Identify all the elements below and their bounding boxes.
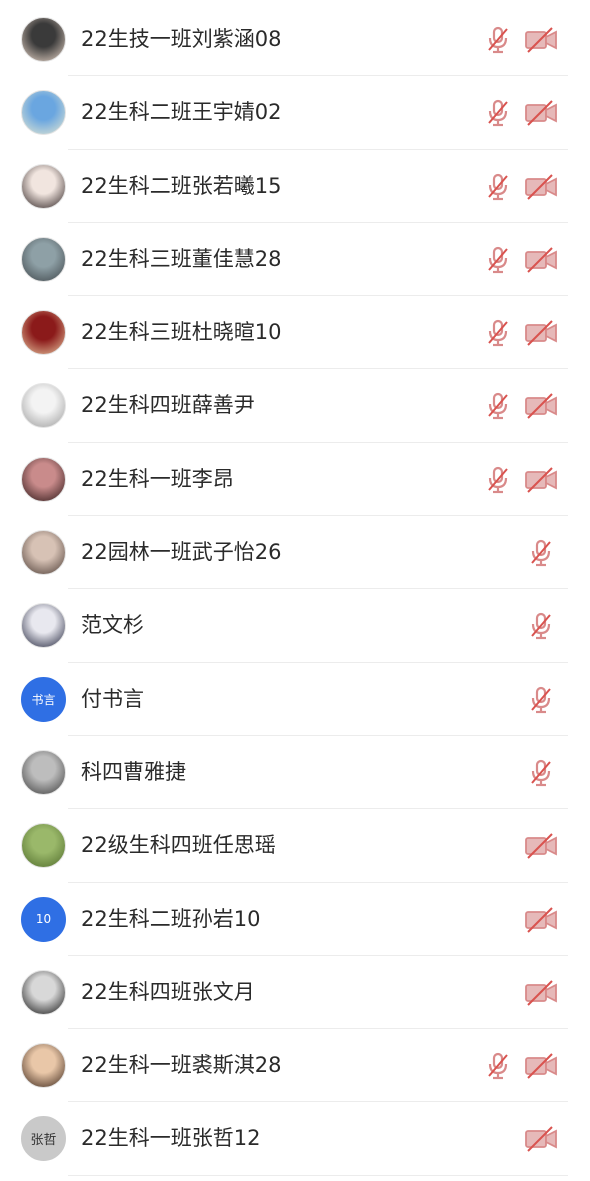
avatar [21,749,66,795]
camera-off-icon [523,1051,559,1081]
avatar-initials: 张哲 [30,1133,57,1149]
participant-row[interactable]: 22生科四班薛善尹 [0,369,590,444]
mic-muted-icon [525,758,557,788]
camera-off-icon [523,98,559,128]
avatar [21,823,66,869]
mic-muted-icon [482,1051,514,1081]
participant-row[interactable]: 22生科三班董佳慧28 [0,223,590,297]
mic-muted-icon [482,172,514,202]
participant-name: 22园林一班武子怡26 [81,540,282,565]
participant-name: 22生科一班李昂 [81,466,234,491]
participant-list: 22生技一班刘紫涵08 22生科二班王宇婧02 22生科二班张若曦15 22生科三班董… [0,3,590,1177]
avatar: 10 [21,896,66,942]
avatar-initials: 书言 [31,692,56,707]
participant-row[interactable]: 22生技一班刘紫涵08 [0,3,590,77]
participant-name: 22生科一班张哲12 [81,1126,261,1151]
participant-name: 22生科一班裘斯淇28 [81,1053,282,1078]
participant-name: 22生科二班孙岩10 [81,906,261,931]
participant-name: 22生技一班刘紫涵08 [81,27,282,51]
participant-row[interactable]: 科四曹雅捷 [0,736,590,810]
participant-row[interactable]: 10 22生科二班孙岩10 [0,883,590,957]
participant-row[interactable]: 22生科二班王宇婧02 [0,76,590,150]
participant-row[interactable]: 22生科二班张若曦15 [0,150,590,224]
avatar [21,603,66,649]
participant-name: 范文杉 [81,613,144,638]
participant-row[interactable]: 22园林一班武子怡26 [0,516,590,590]
avatar [21,163,66,209]
participant-name: 22生科三班杜晓暄10 [81,320,282,345]
avatar: 书言 [21,676,66,722]
mic-muted-icon [482,318,514,348]
participant-name: 22级生科四班任思瑶 [81,833,276,858]
mic-muted-icon [482,98,514,128]
camera-off-icon [523,318,559,348]
participant-row[interactable]: 范文杉 [0,589,590,663]
avatar [21,456,66,502]
camera-off-icon [523,172,559,202]
participant-name: 科四曹雅捷 [81,759,186,784]
mic-muted-icon [525,685,557,715]
mic-muted-icon [482,25,514,55]
participant-name: 22生科三班董佳慧28 [81,246,282,271]
participant-row[interactable]: 22生科四班张文月 [0,956,590,1030]
participant-name: 22生科四班薛善尹 [81,393,255,418]
camera-off-icon [523,25,559,55]
camera-off-icon [523,978,559,1008]
camera-off-icon [523,831,559,861]
participant-name: 22生科二班王宇婧02 [81,100,282,125]
participant-row[interactable]: 22级生科四班任思瑶 [0,809,590,883]
participant-row[interactable]: 书言 付书言 [0,663,590,737]
avatar [21,17,66,62]
participant-row[interactable]: 22生科一班裘斯淇28 [0,1029,590,1103]
camera-off-icon [523,245,559,275]
avatar [21,383,66,429]
participant-name: 22生科四班张文月 [81,979,255,1004]
camera-off-icon [523,905,559,935]
participant-row[interactable]: 张哲 22生科一班张哲12 [0,1102,590,1177]
avatar [21,1043,66,1089]
avatar [21,310,66,356]
participant-row[interactable]: 22生科一班李昂 [0,443,590,517]
mic-muted-icon [525,538,557,568]
avatar [21,530,66,576]
participant-row[interactable]: 22生科三班杜晓暄10 [0,296,590,370]
camera-off-icon [523,1124,559,1154]
mic-muted-icon [482,391,514,421]
camera-off-icon [523,391,559,421]
participant-name: 22生科二班张若曦15 [81,173,282,198]
participant-name: 付书言 [81,686,144,711]
avatar [21,236,66,282]
avatar [21,90,66,136]
avatar: 张哲 [21,1116,66,1162]
mic-muted-icon [482,465,514,495]
mic-muted-icon [482,245,514,275]
avatar-initials: 10 [35,912,52,927]
camera-off-icon [523,465,559,495]
mic-muted-icon [525,611,557,641]
avatar [21,969,66,1015]
